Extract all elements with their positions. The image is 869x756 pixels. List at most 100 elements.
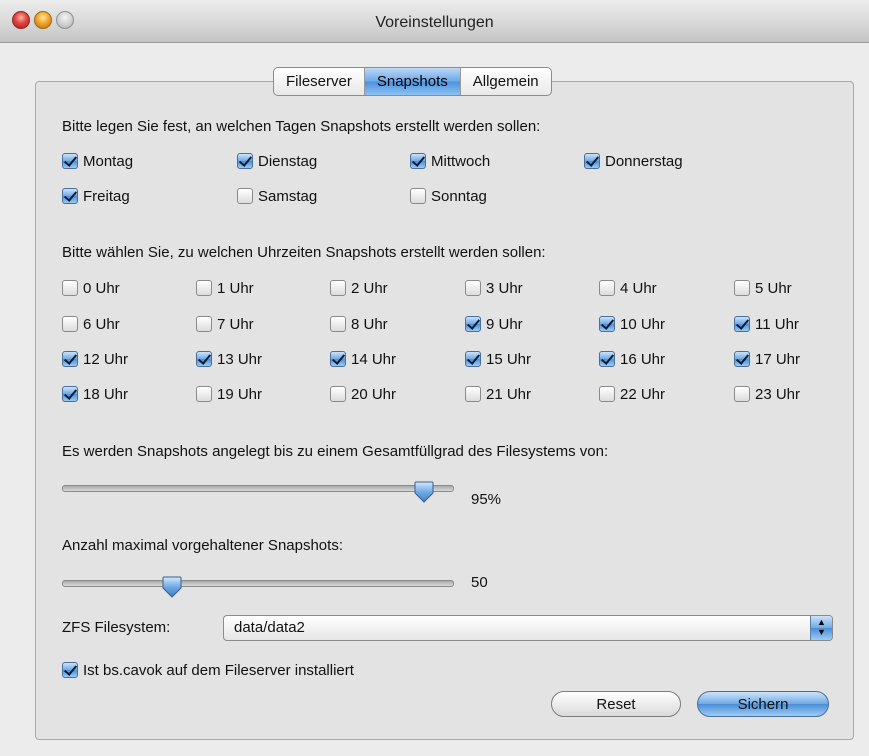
hour-checkbox[interactable]: 0 Uhr xyxy=(62,278,120,298)
day-checkbox[interactable]: Montag xyxy=(62,151,133,171)
hour-checkbox-label: 15 Uhr xyxy=(486,350,532,368)
hour-checkbox-label: 21 Uhr xyxy=(486,385,532,403)
hour-checkbox[interactable]: 1 Uhr xyxy=(196,278,254,298)
day-checkbox[interactable]: Samstag xyxy=(237,186,317,206)
checkbox-icon[interactable] xyxy=(599,280,615,296)
checkbox-icon[interactable] xyxy=(196,316,212,332)
checkbox-icon[interactable] xyxy=(62,351,78,367)
checkbox-icon[interactable] xyxy=(196,351,212,367)
hour-checkbox[interactable]: 13 Uhr xyxy=(196,349,262,369)
fill-slider-thumb[interactable] xyxy=(414,481,434,503)
checkbox-icon[interactable] xyxy=(465,351,481,367)
hour-checkbox-label: 17 Uhr xyxy=(755,350,801,368)
checkbox-icon[interactable] xyxy=(330,316,346,332)
hour-checkbox[interactable]: 18 Uhr xyxy=(62,384,128,404)
day-checkbox[interactable]: Sonntag xyxy=(410,186,487,206)
hour-checkbox-label: 16 Uhr xyxy=(620,350,666,368)
day-checkbox[interactable]: Mittwoch xyxy=(410,151,490,171)
checkbox-icon[interactable] xyxy=(410,188,426,204)
hour-checkbox-label: 7 Uhr xyxy=(217,315,254,333)
hour-checkbox-label: 4 Uhr xyxy=(620,279,657,297)
reset-button[interactable]: Reset xyxy=(551,691,681,717)
checkbox-icon[interactable] xyxy=(62,280,78,296)
checkbox-icon[interactable] xyxy=(330,386,346,402)
checkbox-icon[interactable] xyxy=(330,280,346,296)
title-bar[interactable]: Voreinstellungen xyxy=(0,0,869,43)
hour-checkbox[interactable]: 8 Uhr xyxy=(330,314,388,334)
checkbox-icon[interactable] xyxy=(237,153,253,169)
hour-checkbox-label: 9 Uhr xyxy=(486,315,523,333)
checkbox-icon[interactable] xyxy=(62,316,78,332)
save-button[interactable]: Sichern xyxy=(697,691,829,717)
fill-slider-track[interactable] xyxy=(62,485,454,492)
hour-checkbox[interactable]: 20 Uhr xyxy=(330,384,396,404)
day-checkbox-label: Freitag xyxy=(83,187,130,205)
day-checkbox[interactable]: Freitag xyxy=(62,186,130,206)
checkbox-icon[interactable] xyxy=(62,386,78,402)
day-checkbox-label: Mittwoch xyxy=(431,152,491,170)
hour-checkbox[interactable]: 11 Uhr xyxy=(734,314,799,334)
fill-slider-label: Es werden Snapshots angelegt bis zu eine… xyxy=(62,443,609,460)
checkbox-icon[interactable] xyxy=(584,153,600,169)
checkbox-icon[interactable] xyxy=(330,351,346,367)
bscavok-checkbox[interactable]: Ist bs.cavok auf dem Fileserver installi… xyxy=(62,660,354,680)
hour-checkbox[interactable]: 15 Uhr xyxy=(465,349,531,369)
checkbox-icon[interactable] xyxy=(237,188,253,204)
day-checkbox[interactable]: Dienstag xyxy=(237,151,317,171)
checkbox-icon[interactable] xyxy=(62,188,78,204)
count-slider-track[interactable] xyxy=(62,580,454,587)
checkbox-icon[interactable] xyxy=(734,386,750,402)
hour-checkbox[interactable]: 12 Uhr xyxy=(62,349,128,369)
checkbox-icon[interactable] xyxy=(599,316,615,332)
checkbox-icon[interactable] xyxy=(734,351,750,367)
checkbox-icon[interactable] xyxy=(62,662,78,678)
hour-checkbox[interactable]: 4 Uhr xyxy=(599,278,657,298)
checkbox-icon[interactable] xyxy=(599,351,615,367)
hour-checkbox-label: 0 Uhr xyxy=(83,279,120,297)
checkbox-icon[interactable] xyxy=(465,316,481,332)
hour-checkbox[interactable]: 5 Uhr xyxy=(734,278,792,298)
tab-allgemein[interactable]: Allgemein xyxy=(461,68,551,95)
checkbox-icon[interactable] xyxy=(734,280,750,296)
hour-checkbox-label: 23 Uhr xyxy=(755,385,801,403)
hour-checkbox[interactable]: 22 Uhr xyxy=(599,384,665,404)
hour-checkbox-label: 13 Uhr xyxy=(217,350,263,368)
hour-checkbox[interactable]: 7 Uhr xyxy=(196,314,254,334)
checkbox-icon[interactable] xyxy=(196,280,212,296)
hour-checkbox[interactable]: 9 Uhr xyxy=(465,314,523,334)
hour-checkbox[interactable]: 19 Uhr xyxy=(196,384,262,404)
checkbox-icon[interactable] xyxy=(465,386,481,402)
checkbox-icon[interactable] xyxy=(599,386,615,402)
hour-checkbox[interactable]: 17 Uhr xyxy=(734,349,800,369)
hour-checkbox-label: 6 Uhr xyxy=(83,315,120,333)
hour-checkbox[interactable]: 14 Uhr xyxy=(330,349,396,369)
hour-checkbox[interactable]: 21 Uhr xyxy=(465,384,531,404)
tab-snapshots[interactable]: Snapshots xyxy=(364,68,461,95)
checkbox-icon[interactable] xyxy=(196,386,212,402)
hour-checkbox[interactable]: 16 Uhr xyxy=(599,349,665,369)
checkbox-icon[interactable] xyxy=(62,153,78,169)
count-slider-thumb[interactable] xyxy=(162,576,182,598)
hours-section-label: Bitte wählen Sie, zu welchen Uhrzeiten S… xyxy=(62,244,546,261)
day-checkbox-label: Samstag xyxy=(258,187,318,205)
checkbox-icon[interactable] xyxy=(734,316,750,332)
tab-fileserver[interactable]: Fileserver xyxy=(274,68,365,95)
count-slider-value: 50 xyxy=(471,574,488,591)
hour-checkbox-label: 14 Uhr xyxy=(351,350,397,368)
hour-checkbox-label: 5 Uhr xyxy=(755,279,792,297)
hour-checkbox-label: 8 Uhr xyxy=(351,315,388,333)
hour-checkbox[interactable]: 2 Uhr xyxy=(330,278,388,298)
hour-checkbox-label: 2 Uhr xyxy=(351,279,388,297)
hour-checkbox-label: 11 Uhr xyxy=(755,315,799,333)
checkbox-icon[interactable] xyxy=(410,153,426,169)
hour-checkbox-label: 3 Uhr xyxy=(486,279,523,297)
zfs-label: ZFS Filesystem: xyxy=(62,619,171,636)
hour-checkbox[interactable]: 23 Uhr xyxy=(734,384,800,404)
hour-checkbox[interactable]: 3 Uhr xyxy=(465,278,523,298)
checkbox-icon[interactable] xyxy=(465,280,481,296)
day-checkbox[interactable]: Donnerstag xyxy=(584,151,683,171)
hour-checkbox[interactable]: 6 Uhr xyxy=(62,314,120,334)
zfs-filesystem-select[interactable]: data/data2 ▲ ▼ xyxy=(223,615,833,641)
hour-checkbox[interactable]: 10 Uhr xyxy=(599,314,665,334)
day-checkbox-label: Montag xyxy=(83,152,134,170)
